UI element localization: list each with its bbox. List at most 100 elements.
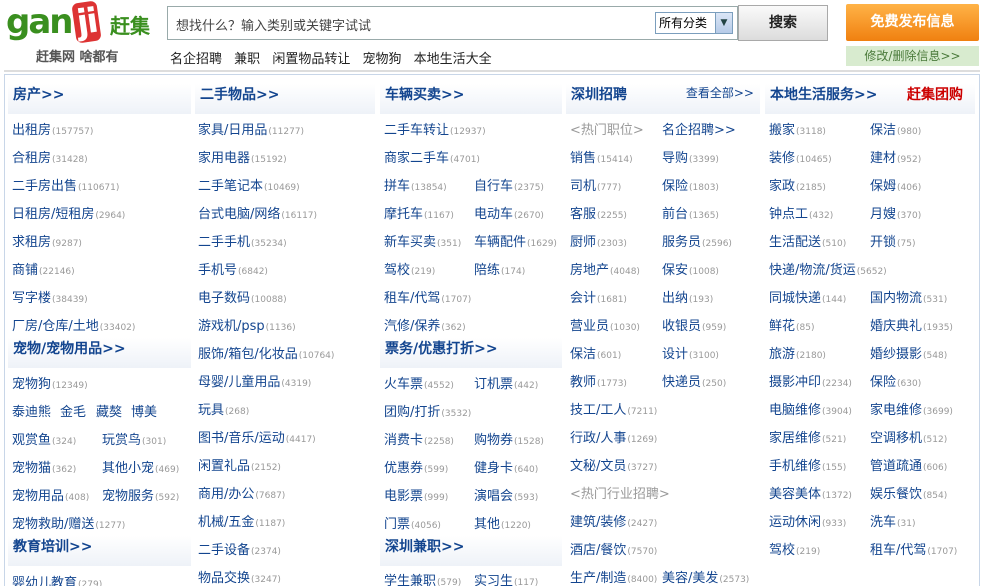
- category-link-zhaopin[interactable]: 房地产(4048): [570, 259, 640, 278]
- category-link-zhaopin[interactable]: <热门职位>: [570, 119, 644, 138]
- category-link-cheliang[interactable]: 驾校(219): [384, 259, 435, 278]
- category-link-fangchan[interactable]: 合租房(31428): [12, 147, 88, 166]
- quick-link-chongwugou[interactable]: 宠物狗: [362, 52, 401, 67]
- category-link-ershou[interactable]: 服饰/箱包/化妆品(10764): [198, 343, 334, 362]
- category-link-fangchan[interactable]: 写字楼(38439): [12, 287, 88, 306]
- category-link-chongwu[interactable]: 玩赏鸟(301): [102, 429, 166, 448]
- chevron-down-icon[interactable]: ▼: [715, 13, 732, 33]
- category-link-zhaopin[interactable]: 建筑/装修(2427): [570, 511, 657, 530]
- category-link-zhaopin[interactable]: 美容/美发(2573): [662, 567, 749, 586]
- category-link-ershou[interactable]: 家具/日用品(11277): [198, 119, 304, 138]
- category-link-piaowu[interactable]: 电影票(999): [384, 485, 448, 504]
- category-link-bendi[interactable]: 婚纱摄影(548): [870, 343, 947, 362]
- category-link-jianzhi[interactable]: 学生兼职(579): [384, 570, 461, 586]
- category-link-zhaopin[interactable]: 设计(3100): [662, 343, 719, 362]
- category-link-bendi[interactable]: 电脑维修(3904): [769, 399, 852, 418]
- category-link-bendi[interactable]: 美容美体(1372): [769, 483, 852, 502]
- category-link-ershou[interactable]: 商用/办公(7687): [198, 483, 285, 502]
- category-link-piaowu[interactable]: 优惠券(599): [384, 457, 448, 476]
- section-header-ershou[interactable]: 二手物品>>: [195, 84, 375, 114]
- category-link-bendi[interactable]: 婚庆典礼(1935): [870, 315, 953, 334]
- category-link-zhaopin[interactable]: 客服(2255): [570, 203, 627, 222]
- category-link-piaowu[interactable]: 购物券(1528): [474, 429, 544, 448]
- category-link-zhaopin[interactable]: 会计(1681): [570, 287, 627, 306]
- category-link-bendi[interactable]: 生活配送(510): [769, 231, 846, 250]
- category-link-zhaopin[interactable]: 收银员(959): [662, 315, 726, 334]
- category-link-bendi[interactable]: 保险(630): [870, 371, 921, 390]
- category-link-piaowu[interactable]: 火车票(4552): [384, 373, 454, 392]
- category-link-bendi[interactable]: 保洁(980): [870, 119, 921, 138]
- quick-link-mingqi[interactable]: 名企招聘: [170, 52, 222, 67]
- ganji-tuangou-link[interactable]: 赶集团购: [907, 84, 963, 104]
- category-link-ershou[interactable]: 游戏机/psp(1136): [198, 315, 296, 334]
- category-link-cheliang[interactable]: 陪练(174): [474, 259, 525, 278]
- category-link-bendi[interactable]: 保姆(406): [870, 175, 921, 194]
- category-link-chongwu[interactable]: 金毛: [60, 401, 86, 420]
- category-link-ershou[interactable]: 二手设备(2374): [198, 539, 281, 558]
- category-link-bendi[interactable]: 家电维修(3699): [870, 399, 953, 418]
- category-link-ershou[interactable]: 玩具(268): [198, 399, 249, 418]
- category-link-zhaopin[interactable]: 导购(3399): [662, 147, 719, 166]
- category-link-piaowu[interactable]: 门票(4056): [384, 513, 441, 532]
- category-link-cheliang[interactable]: 二手车转让(12937): [384, 119, 486, 138]
- category-link-zhaopin[interactable]: 厨师(2303): [570, 231, 627, 250]
- category-link-bendi[interactable]: 驾校(219): [769, 539, 820, 558]
- category-link-chongwu[interactable]: 博美: [131, 401, 157, 420]
- category-link-chongwu[interactable]: 宠物猫(362): [12, 457, 76, 476]
- category-link-ershou[interactable]: 手机号(6842): [198, 259, 268, 278]
- category-link-bendi[interactable]: 旅游(2180): [769, 343, 826, 362]
- category-link-jiaoyu[interactable]: 婴幼儿教育(279): [12, 572, 102, 586]
- category-link-cheliang[interactable]: 电动车(2670): [474, 203, 544, 222]
- search-button[interactable]: 搜索: [738, 5, 828, 41]
- category-link-bendi[interactable]: 同城快递(144): [769, 287, 846, 306]
- category-link-bendi[interactable]: 建材(952): [870, 147, 921, 166]
- section-header-fangchan[interactable]: 房产>>: [8, 84, 191, 114]
- category-link-bendi[interactable]: 洗车(31): [870, 511, 916, 530]
- category-link-ershou[interactable]: 台式电脑/网络(16117): [198, 203, 317, 222]
- section-header-chongwu[interactable]: 宠物/宠物用品>>: [8, 338, 191, 368]
- category-link-ershou[interactable]: 物品交换(3247): [198, 567, 281, 586]
- category-link-bendi[interactable]: 手机维修(155): [769, 455, 846, 474]
- category-link-jianzhi[interactable]: 实习生(117): [474, 570, 538, 586]
- category-link-zhaopin[interactable]: 营业员(1030): [570, 315, 640, 334]
- category-link-ershou[interactable]: 二手笔记本(10469): [198, 175, 300, 194]
- category-link-cheliang[interactable]: 车辆配件(1629): [474, 231, 557, 250]
- category-select[interactable]: 所有分类 ▼: [655, 12, 733, 34]
- category-link-zhaopin[interactable]: 行政/人事(1269): [570, 427, 657, 446]
- category-link-chongwu[interactable]: 观赏鱼(324): [12, 429, 76, 448]
- category-link-chongwu[interactable]: 泰迪熊: [12, 401, 51, 420]
- category-link-zhaopin[interactable]: 酒店/餐饮(7570): [570, 539, 657, 558]
- search-input[interactable]: 想找什么？输入类别或关键字试试 所有分类 ▼: [167, 6, 738, 40]
- category-link-cheliang[interactable]: 摩托车(1167): [384, 203, 454, 222]
- category-link-ershou[interactable]: 母婴/儿童用品(4319): [198, 371, 311, 390]
- category-link-fangchan[interactable]: 厂房/仓库/土地(33402): [12, 315, 135, 334]
- category-link-zhaopin[interactable]: 教师(1773): [570, 371, 627, 390]
- category-link-piaowu[interactable]: 演唱会(593): [474, 485, 538, 504]
- category-link-zhaopin[interactable]: 出纳(193): [662, 287, 713, 306]
- section-header-jiaoyu[interactable]: 教育培训>>: [8, 536, 191, 566]
- category-link-chongwu[interactable]: 宠物服务(592): [102, 485, 179, 504]
- quick-link-xianzhi[interactable]: 闲置物品转让: [272, 52, 350, 67]
- category-link-ershou[interactable]: 家用电器(15192): [198, 147, 287, 166]
- category-link-chongwu[interactable]: 宠物用品(408): [12, 485, 89, 504]
- category-link-piaowu[interactable]: 订机票(442): [474, 373, 538, 392]
- category-link-cheliang[interactable]: 拼车(13854): [384, 175, 447, 194]
- category-link-fangchan[interactable]: 商铺(22146): [12, 259, 75, 278]
- category-link-cheliang[interactable]: 新车买卖(351): [384, 231, 461, 250]
- category-link-chongwu[interactable]: 其他小宠(469): [102, 457, 179, 476]
- category-link-zhaopin[interactable]: 保险(1803): [662, 175, 719, 194]
- section-header-cheliang[interactable]: 车辆买卖>>: [380, 84, 562, 114]
- category-link-zhaopin[interactable]: 司机(777): [570, 175, 621, 194]
- category-link-bendi[interactable]: 租车/代驾(1707): [870, 539, 957, 558]
- category-link-ershou[interactable]: 图书/音乐/运动(4417): [198, 427, 316, 446]
- category-link-piaowu[interactable]: 消费卡(2258): [384, 429, 454, 448]
- category-link-bendi[interactable]: 国内物流(531): [870, 287, 947, 306]
- category-link-bendi[interactable]: 家政(2185): [769, 175, 826, 194]
- category-link-bendi[interactable]: 月嫂(370): [870, 203, 921, 222]
- category-link-fangchan[interactable]: 日租房/短租房(2964): [12, 203, 125, 222]
- category-link-piaowu[interactable]: 团购/打折(3532): [384, 401, 471, 420]
- category-link-bendi[interactable]: 家居维修(521): [769, 427, 846, 446]
- category-link-bendi[interactable]: 娱乐餐饮(854): [870, 483, 947, 502]
- category-link-zhaopin[interactable]: 文秘/文员(3727): [570, 455, 657, 474]
- category-link-cheliang[interactable]: 汽修/保养(362): [384, 315, 466, 334]
